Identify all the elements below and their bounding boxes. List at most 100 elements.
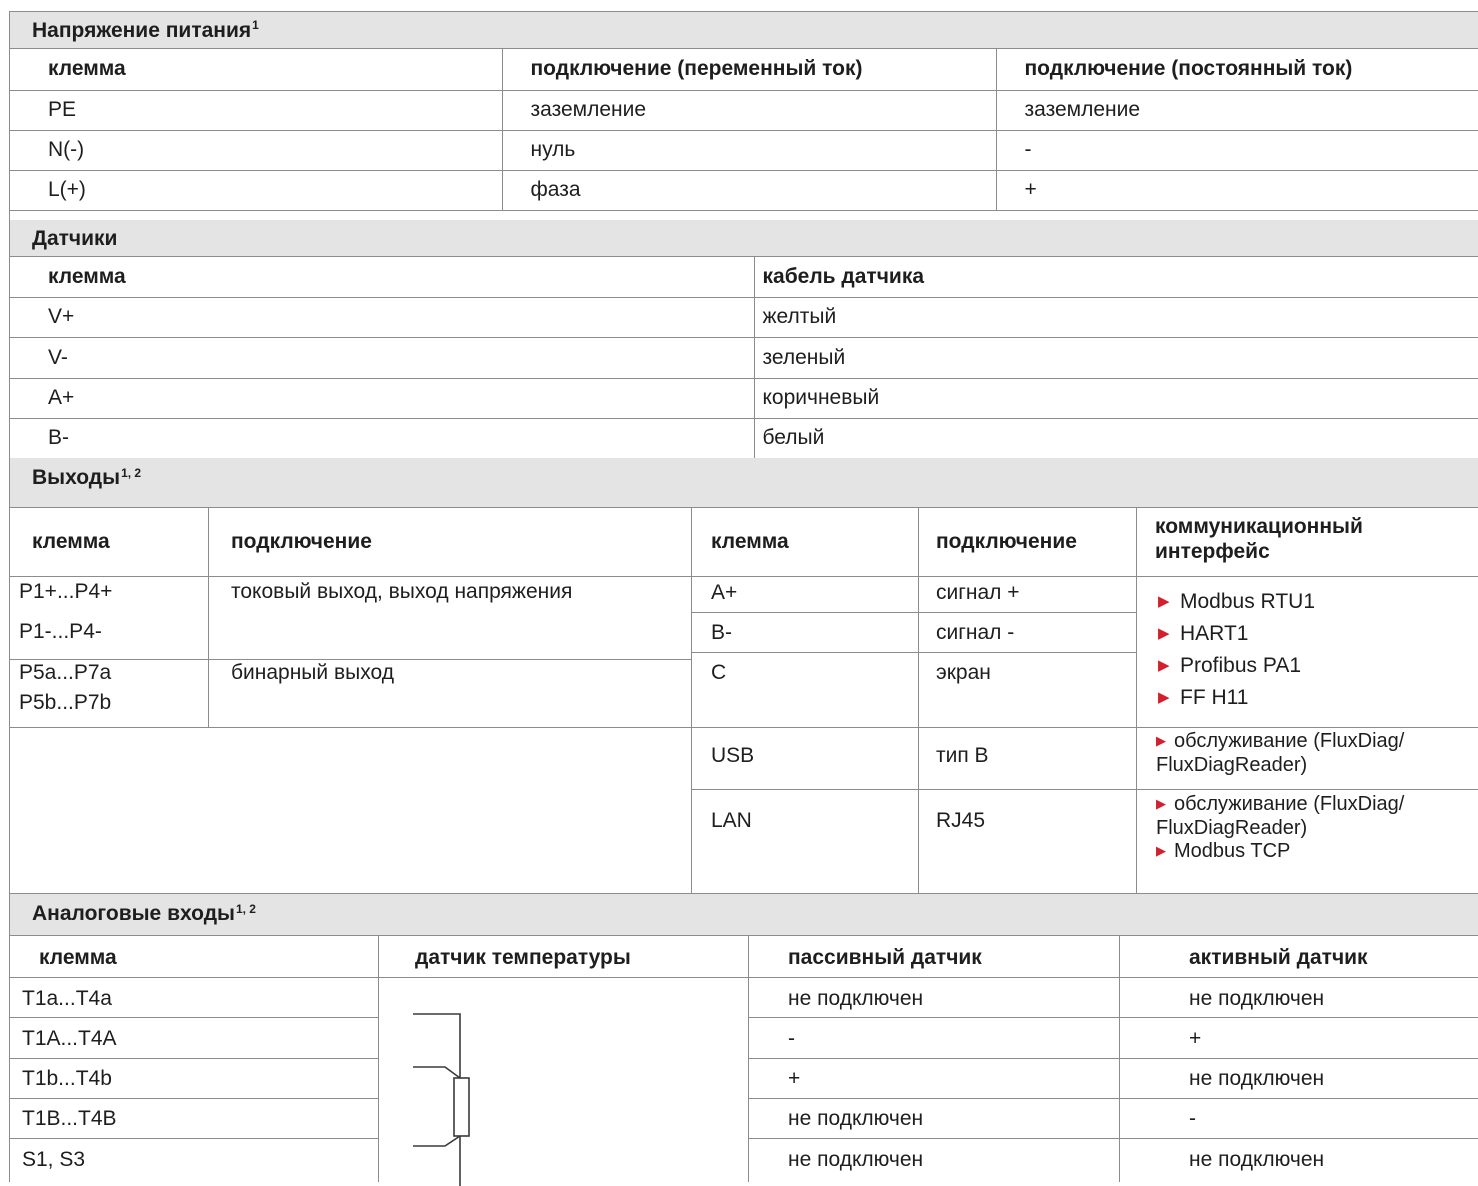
- outputs-divider: [10, 659, 691, 660]
- table-row: N(-) нуль -: [10, 130, 1478, 171]
- interface-label: обслуживание (FluxDiag/: [1174, 730, 1405, 752]
- sensors-title: Датчики: [32, 227, 118, 250]
- table-row: L(+) фаза +: [10, 170, 1478, 211]
- analog-divider: [10, 1017, 378, 1018]
- sensors-cell: желтый: [754, 297, 1478, 338]
- analog-terminal: T1b...T4b: [22, 1067, 112, 1090]
- sensors-cell: белый: [754, 418, 1478, 459]
- analog-divider: [748, 1017, 1478, 1018]
- analog-divider: [10, 1138, 378, 1139]
- power-cell: -: [996, 130, 1478, 171]
- triangle-bullet-icon: ▶: [1158, 689, 1170, 706]
- triangle-bullet-icon: ▶: [1156, 843, 1166, 858]
- analog-grid: клемма датчик температуры пассивный датч…: [10, 936, 1478, 1186]
- section-power-header: Напряжение питания1: [10, 12, 1478, 49]
- interface-label: Modbus TCP: [1174, 840, 1291, 862]
- sensors-col-cable: кабель датчика: [754, 257, 1478, 298]
- outputs-title-footnote: 1, 2: [121, 466, 142, 480]
- outputs-terminal-binary-a: P5a...P7a: [19, 661, 112, 684]
- outputs-grid: клемма подключение клемма подключение ко…: [10, 508, 1478, 894]
- interface-label: HART1: [1180, 622, 1249, 645]
- analog-terminal: T1A...T4A: [22, 1027, 117, 1050]
- terminal-assignment-sheet: Напряжение питания1 клемма подключение (…: [9, 11, 1478, 1186]
- outputs-interface-list: ▶ Modbus RTU1 ▶ HART1 ▶ Profibus PA1 ▶ FF H1…: [1158, 586, 1315, 714]
- triangle-bullet-icon: ▶: [1156, 733, 1166, 748]
- sensors-cell: зеленый: [754, 337, 1478, 379]
- interface-label: обслуживание (FluxDiag/: [1174, 793, 1405, 815]
- list-item: ▶ Modbus RTU1: [1158, 586, 1315, 618]
- triangle-bullet-icon: ▶: [1156, 796, 1166, 811]
- sensors-table: клемма кабель датчика V+ желтый V- зелен…: [10, 257, 1478, 459]
- analog-passive: -: [788, 1027, 795, 1050]
- table-row: PE заземление заземление: [10, 90, 1478, 131]
- sensors-cell: B-: [10, 418, 755, 459]
- list-item: ▶ FF H11: [1158, 682, 1315, 714]
- triangle-bullet-icon: ▶: [1158, 593, 1170, 610]
- triangle-bullet-icon: ▶: [1158, 625, 1170, 642]
- outputs-col-terminal-left: клемма: [32, 530, 110, 553]
- section-outputs-header: Выходы1, 2: [10, 458, 1478, 508]
- section-sensors-header: Датчики: [10, 220, 1478, 257]
- power-table: клемма подключение (переменный ток) подк…: [10, 49, 1478, 211]
- power-cell: N(-): [10, 130, 503, 171]
- triangle-bullet-icon: ▶: [1158, 657, 1170, 674]
- interface-label: FluxDiagReader): [1156, 817, 1308, 839]
- outputs-connection-usb: тип B: [936, 744, 989, 767]
- outputs-terminal-analog-plus: P1+...P4+: [19, 580, 113, 603]
- outputs-terminal-c: C: [711, 661, 727, 684]
- analog-divider: [748, 1098, 1478, 1099]
- analog-active: не подключен: [1189, 1067, 1325, 1090]
- outputs-connection-a: сигнал +: [936, 581, 1020, 604]
- sensors-col-terminal: клемма: [10, 257, 755, 298]
- outputs-col-connection-left: подключение: [231, 530, 372, 553]
- power-cell: заземление: [996, 90, 1478, 131]
- analog-divider: [10, 977, 1478, 978]
- list-item: ▶ HART1: [1158, 618, 1315, 650]
- outputs-interface-lan: ▶ обслуживание (FluxDiag/ FluxDiagReader)…: [1156, 793, 1404, 864]
- outputs-divider: [10, 576, 1478, 577]
- analog-divider: [1119, 936, 1120, 1182]
- power-cell: +: [996, 170, 1478, 211]
- analog-terminal: S1, S3: [22, 1148, 86, 1171]
- table-row: V- зеленый: [10, 337, 1478, 379]
- outputs-connection-c: экран: [936, 661, 991, 684]
- interface-label: Modbus RTU1: [1180, 590, 1316, 613]
- power-cell: фаза: [502, 170, 997, 211]
- interface-label: FluxDiagReader): [1156, 754, 1308, 776]
- outputs-divider: [691, 508, 692, 894]
- analog-col-active: активный датчик: [1189, 946, 1368, 969]
- analog-passive: +: [788, 1067, 801, 1090]
- analog-divider: [748, 1058, 1478, 1059]
- outputs-divider: [1136, 508, 1137, 894]
- power-cell: L(+): [10, 170, 503, 211]
- analog-col-passive: пассивный датчик: [788, 946, 982, 969]
- interface-label: FF H11: [1180, 686, 1249, 709]
- power-header-row: клемма подключение (переменный ток) подк…: [10, 49, 1478, 91]
- power-col-terminal: клемма: [10, 49, 503, 91]
- power-cell: нуль: [502, 130, 997, 171]
- outputs-interface-usb: ▶ обслуживание (FluxDiag/ FluxDiagReader): [1156, 730, 1404, 777]
- outputs-terminal-b: B-: [711, 621, 732, 644]
- sensors-cell: коричневый: [754, 378, 1478, 419]
- temperature-sensor-schematic-icon: [413, 1013, 470, 1186]
- outputs-divider: [691, 612, 1136, 613]
- sensors-cell: A+: [10, 378, 755, 419]
- power-col-dc: подключение (постоянный ток): [996, 49, 1478, 91]
- analog-divider: [378, 936, 379, 1182]
- analog-active: не подключен: [1189, 1148, 1325, 1171]
- analog-divider: [10, 1098, 378, 1099]
- analog-passive: не подключен: [788, 1107, 924, 1130]
- list-item: ▶ обслуживание (FluxDiag/: [1156, 793, 1404, 817]
- analog-title-footnote: 1, 2: [235, 902, 256, 916]
- outputs-terminal-usb: USB: [711, 744, 755, 767]
- table-row: A+ коричневый: [10, 378, 1478, 419]
- outputs-divider: [208, 508, 209, 727]
- outputs-title: Выходы: [32, 466, 121, 489]
- table-row: V+ желтый: [10, 297, 1478, 338]
- analog-passive: не подключен: [788, 987, 924, 1010]
- outputs-connection-analog: токовый выход, выход напряжения: [231, 580, 573, 603]
- sensors-cell: V+: [10, 297, 755, 338]
- outputs-divider: [691, 652, 1136, 653]
- analog-active: -: [1189, 1107, 1196, 1130]
- outputs-terminal-lan: LAN: [711, 809, 752, 832]
